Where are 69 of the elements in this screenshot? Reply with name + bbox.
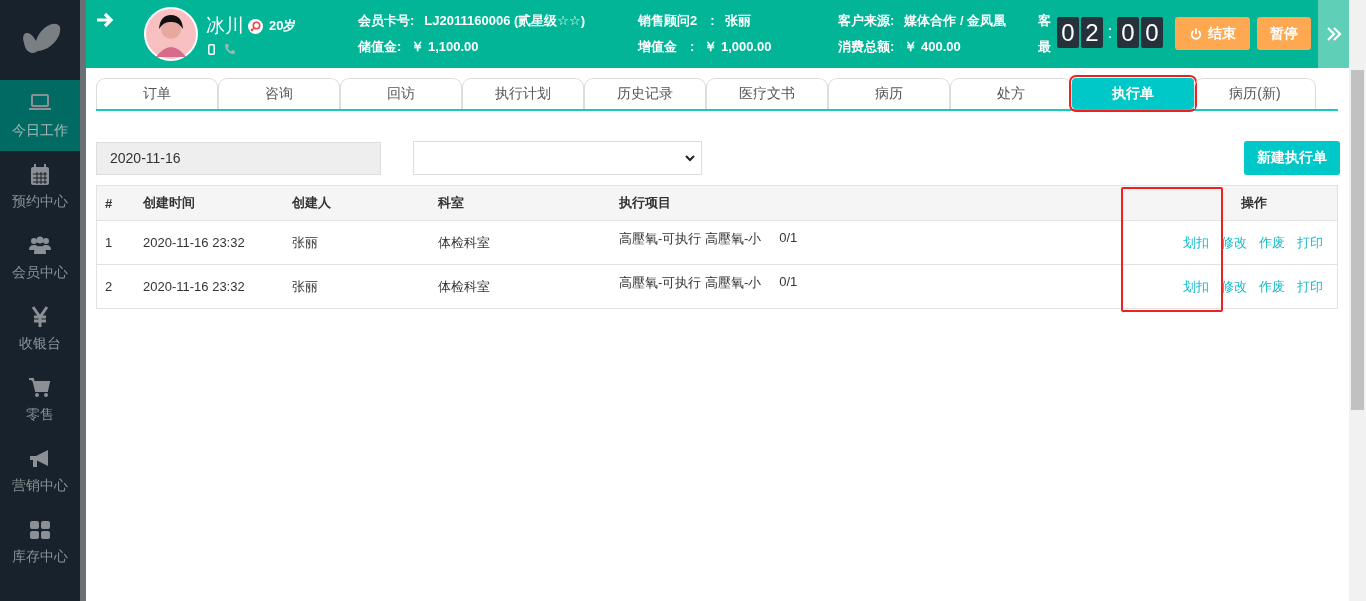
dropdown-select[interactable] — [413, 141, 702, 175]
field-label: 储值金: — [358, 39, 402, 54]
table-cell: 体检科室 — [438, 234, 490, 250]
tab[interactable]: 病历(新) — [1194, 78, 1316, 109]
table-cell: 2 — [105, 279, 113, 294]
tab[interactable]: 病历 — [828, 78, 950, 109]
expand-panel-button[interactable] — [1318, 0, 1349, 68]
column-header: 操作 — [1006, 185, 1338, 221]
timer-digit: 0 — [1117, 17, 1139, 48]
customer-name: 冰川 — [206, 14, 244, 38]
cart-icon — [28, 375, 52, 400]
phone-icon[interactable] — [224, 43, 236, 55]
sidebar-item[interactable]: 收银台 — [0, 293, 80, 364]
table-cell: 体检科室 — [438, 278, 490, 294]
sidebar-item[interactable]: 营销中心 — [0, 435, 80, 506]
power-icon — [1189, 27, 1202, 40]
field-label: 会员卡号: — [358, 13, 415, 28]
sidebar-item[interactable]: 库存中心 — [0, 506, 80, 577]
date-field[interactable]: 2020-11-16 — [96, 141, 381, 175]
column-header: 执行项目 — [611, 185, 1007, 221]
sidebar-item[interactable]: 零售 — [0, 364, 80, 435]
female-icon — [248, 18, 263, 34]
tab[interactable]: 回访 — [340, 78, 462, 109]
field-value: 张丽 — [724, 13, 751, 28]
table-cell: 高壓氧-可执行 高壓氧-小 — [619, 273, 762, 292]
table-cell: 高壓氧-可执行 高壓氧-小 — [619, 229, 762, 248]
arrow-right-icon[interactable] — [96, 11, 114, 29]
field-label: 最 — [1038, 39, 1051, 54]
tab[interactable]: 医疗文书 — [706, 78, 828, 109]
scrollbar[interactable] — [1349, 0, 1366, 601]
table-cell: 2020-11-16 23:32 — [143, 235, 245, 250]
field-label: 增值金 : — [638, 39, 695, 54]
table-cell: 2020-11-16 23:32 — [143, 279, 245, 294]
timer-digit: 2 — [1081, 17, 1103, 48]
field-value: ￥ 400.00 — [904, 39, 961, 54]
table-cell-text: 0/1 — [779, 229, 798, 247]
field-value: ￥ 1,100.00 — [411, 39, 479, 54]
tab[interactable]: 咨询 — [218, 78, 340, 109]
field-label: 消费总额: — [838, 39, 895, 54]
tab[interactable]: 历史记录 — [584, 78, 706, 109]
tab[interactable]: 订单 — [96, 78, 218, 109]
double-chevron-right-icon — [1325, 26, 1342, 42]
column-header: # — [96, 185, 135, 221]
tab[interactable]: 执行计划 — [462, 78, 584, 109]
field-label: 客户来源: — [838, 13, 895, 28]
column-header: 创建时间 — [135, 185, 284, 221]
field-value: ￥ 1,000.00 — [704, 39, 772, 54]
sidebar-item[interactable]: 会员中心 — [0, 222, 80, 293]
chevron-down-icon — [685, 154, 695, 162]
table-cell: 张丽 — [292, 234, 318, 250]
avatar-icon — [144, 7, 198, 61]
mobile-phone-icon[interactable] — [208, 43, 215, 55]
field-label: 客 — [1038, 13, 1051, 28]
table-cell-text: 0/1 — [779, 273, 798, 291]
timer-digit: 0 — [1141, 17, 1163, 48]
sidebar-item[interactable]: 预约中心 — [0, 151, 80, 222]
timer-separator: : — [1106, 22, 1114, 43]
table-cell: 张丽 — [292, 278, 318, 294]
scrollbar-thumb[interactable] — [1351, 70, 1364, 410]
field-value: LJ2011160006 (贰星级☆☆) — [424, 13, 585, 28]
table-cell: 1 — [105, 235, 113, 250]
calendar-icon — [28, 162, 52, 187]
sidebar-item[interactable]: 今日工作 — [0, 80, 80, 151]
field-value: 媒体合作 / 金凤凰 — [904, 13, 1007, 28]
column-header: 创建人 — [284, 185, 430, 221]
customer-age: 20岁 — [269, 17, 297, 35]
column-header: 科室 — [430, 185, 611, 221]
timer-digit: 0 — [1057, 17, 1079, 48]
field-label: 销售顾问2 : — [638, 13, 715, 28]
